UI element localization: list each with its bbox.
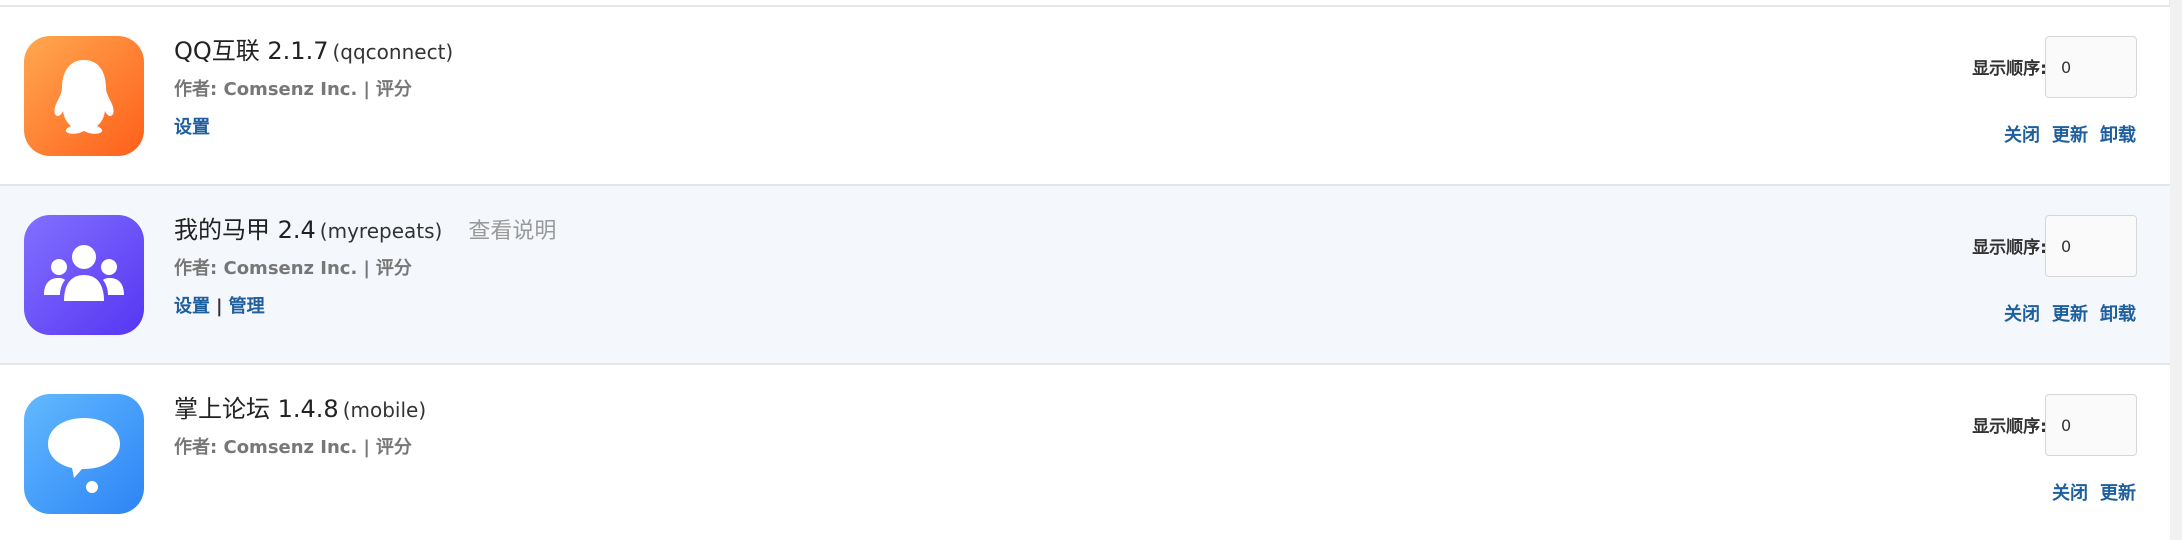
plugin-row-qqconnect: QQ互联 2.1.7 (qqconnect) 作者: Comsenz Inc. | 评… <box>0 7 2170 186</box>
author-name: Comsenz Inc. <box>223 437 358 458</box>
author-name: Comsenz Inc. <box>223 258 358 279</box>
author-label: 作者: <box>174 437 218 458</box>
update-link[interactable]: 更新 <box>2052 125 2088 146</box>
separator: | <box>363 437 370 458</box>
rating-label: 评分 <box>375 79 412 100</box>
plugin-name: 我的马甲 2.4 <box>174 216 316 244</box>
rating-label: 评分 <box>375 258 412 279</box>
plugin-identifier: (mobile) <box>342 398 427 422</box>
plugin-row-myrepeats: 我的马甲 2.4 (myrepeats) 查看说明 作者: Comsenz Inc.… <box>0 186 2170 365</box>
separator: | <box>216 296 223 317</box>
plugin-name: 掌上论坛 1.4.8 <box>174 395 339 423</box>
scrollbar[interactable] <box>2169 0 2182 540</box>
display-order-label: 显示顺序: <box>1972 417 2047 437</box>
display-order-label: 显示顺序: <box>1972 59 2047 79</box>
plugin-identifier: (qqconnect) <box>332 40 454 64</box>
author-name: Comsenz Inc. <box>223 79 358 100</box>
display-order-input[interactable] <box>2045 36 2137 98</box>
uninstall-link[interactable]: 卸载 <box>2100 125 2136 146</box>
author-label: 作者: <box>174 79 218 100</box>
uninstall-link[interactable]: 卸载 <box>2100 304 2136 325</box>
settings-link[interactable]: 设置 <box>174 296 210 317</box>
display-order-label: 显示顺序: <box>1972 238 2047 258</box>
disable-link[interactable]: 关闭 <box>2004 125 2040 146</box>
qq-penguin-icon <box>24 36 144 156</box>
users-group-icon <box>24 215 144 335</box>
separator: | <box>363 258 370 279</box>
plugin-row-mobile: 掌上论坛 1.4.8 (mobile) 作者: Comsenz Inc. | 评分 显… <box>0 365 2170 540</box>
author-label: 作者: <box>174 258 218 279</box>
chat-bubble-icon <box>24 394 144 514</box>
manage-link[interactable]: 管理 <box>229 296 265 317</box>
plugin-identifier: (myrepeats) <box>319 219 443 243</box>
display-order-input[interactable] <box>2045 215 2137 277</box>
update-link[interactable]: 更新 <box>2100 483 2136 504</box>
view-description-link[interactable]: 查看说明 <box>468 219 556 244</box>
rating-label: 评分 <box>375 437 412 458</box>
separator: | <box>363 79 370 100</box>
update-link[interactable]: 更新 <box>2052 304 2088 325</box>
disable-link[interactable]: 关闭 <box>2052 483 2088 504</box>
plugin-name: QQ互联 2.1.7 <box>174 37 329 65</box>
settings-link[interactable]: 设置 <box>174 117 210 138</box>
disable-link[interactable]: 关闭 <box>2004 304 2040 325</box>
display-order-input[interactable] <box>2045 394 2137 456</box>
